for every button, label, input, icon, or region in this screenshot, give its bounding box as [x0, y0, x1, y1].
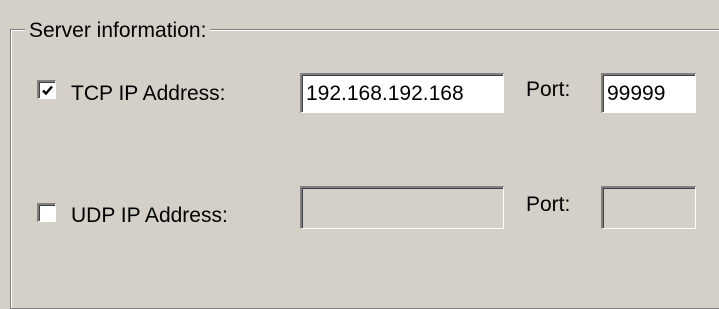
tcp-port-input[interactable]	[601, 73, 696, 113]
tcp-ip-address-label: TCP IP Address:	[71, 82, 226, 105]
udp-port-label: Port:	[526, 193, 571, 216]
udp-port-input[interactable]	[601, 186, 696, 229]
server-information-legend: Server information:	[25, 18, 211, 44]
tcp-ip-address-input[interactable]	[300, 73, 504, 113]
udp-ip-address-input[interactable]	[300, 186, 504, 229]
checkmark-icon	[41, 85, 53, 95]
udp-checkbox[interactable]	[37, 203, 56, 222]
tcp-port-label: Port:	[526, 78, 571, 101]
tcp-checkbox[interactable]	[37, 80, 56, 99]
udp-ip-address-label: UDP IP Address:	[71, 204, 228, 227]
server-information-groupbox	[10, 29, 719, 309]
